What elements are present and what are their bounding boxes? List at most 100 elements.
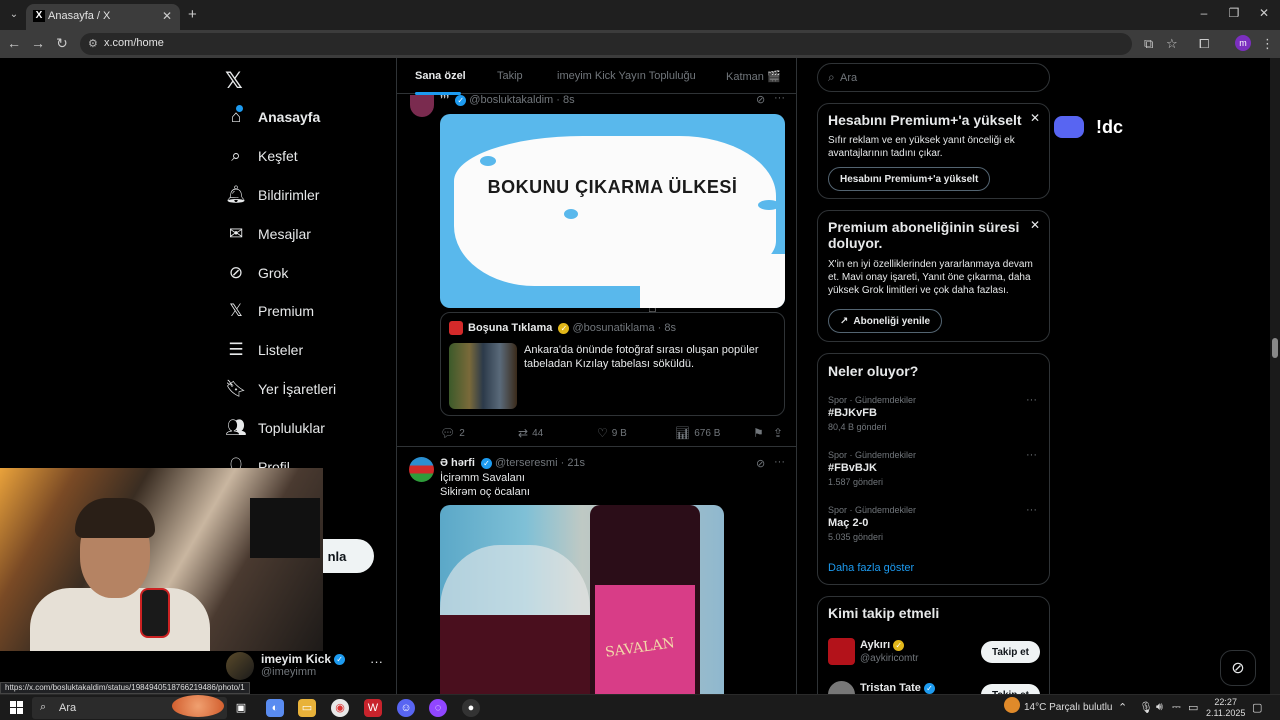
grok-icon[interactable]: ⊘: [756, 93, 765, 106]
tab-search-icon[interactable]: ⌄: [6, 6, 22, 24]
nav-item-communities[interactable]: 👥︎ Topluluklar: [225, 416, 325, 440]
notifications-icon[interactable]: ▢: [1252, 701, 1262, 714]
restore-icon[interactable]: ❐: [1226, 6, 1242, 20]
close-window-icon[interactable]: ✕: [1256, 6, 1272, 20]
tweet-image-map[interactable]: BOKUNU ÇIKARMA ÜLKESİ: [440, 114, 785, 308]
tweet-avatar[interactable]: [410, 95, 434, 117]
premium-plus-card: ✕ Hesabını Premium+'a yükselt Sıfır rekl…: [817, 103, 1050, 199]
tweet-handle[interactable]: @bosluktakaldim: [469, 94, 553, 106]
nav-item-bookmarks[interactable]: 🔖︎ Yer İşaretleri: [225, 377, 336, 401]
account-switcher[interactable]: imeyim Kick ✓ @imeyimm ···: [226, 650, 386, 686]
tray-chevron-icon[interactable]: ⌃: [1118, 701, 1127, 714]
nav-item-notifications[interactable]: 🔔︎ Bildirimler: [225, 183, 319, 207]
quoted-tweet[interactable]: Boşuna Tıklama ✓ @bosunatiklama · 8s Ank…: [440, 312, 785, 416]
bookmark-button[interactable]: ⚑: [753, 426, 768, 440]
more-icon[interactable]: ···: [1026, 449, 1037, 461]
tab-for-you[interactable]: Sana özel: [415, 70, 466, 82]
close-icon[interactable]: ✕: [1030, 218, 1040, 232]
more-icon[interactable]: ···: [1026, 504, 1037, 516]
url-field[interactable]: ⚙ x.com/home: [80, 33, 1132, 55]
minimize-icon[interactable]: –: [1196, 6, 1212, 20]
task-view-icon[interactable]: ▣: [232, 699, 250, 717]
volume-icon[interactable]: 🔊︎: [1156, 701, 1163, 714]
scrollbar[interactable]: [1270, 58, 1280, 694]
weather-icon[interactable]: [1004, 697, 1020, 713]
renew-subscription-button[interactable]: ↗ Aboneliği yenile: [828, 309, 943, 333]
tab-following[interactable]: Takip: [497, 70, 523, 82]
tab-community[interactable]: imeyim Kick Yayın Topluluğu: [557, 70, 696, 82]
tab-katman[interactable]: Katman 🎬: [726, 70, 781, 83]
close-tab-icon[interactable]: ✕: [162, 9, 172, 23]
more-icon[interactable]: ···: [774, 92, 785, 104]
more-icon[interactable]: ···: [1026, 394, 1037, 406]
nav-item-home[interactable]: ⌂ Anasayfa: [226, 105, 320, 129]
site-info-icon[interactable]: ⚙: [88, 37, 98, 50]
tweet-avatar[interactable]: [409, 457, 434, 482]
app-icon[interactable]: W: [364, 699, 382, 717]
more-icon[interactable]: ···: [774, 456, 785, 468]
views-button[interactable]: 📊︎ 676 B: [675, 426, 720, 440]
forward-icon[interactable]: →: [30, 35, 46, 51]
bookmark-star-icon[interactable]: ☆: [1166, 36, 1178, 52]
reply-button[interactable]: 💬︎ 2: [440, 426, 465, 440]
menu-icon[interactable]: ⋮: [1261, 36, 1274, 52]
nav-item-messages[interactable]: ✉ Mesajlar: [226, 222, 311, 246]
network-icon[interactable]: ⎓: [1172, 701, 1181, 714]
back-icon[interactable]: ←: [6, 35, 22, 51]
follow-button[interactable]: Takip et: [981, 641, 1040, 663]
tweet-author[interactable]: Ə hərfi: [440, 457, 475, 469]
x-logo-icon[interactable]: 𝕏: [225, 68, 243, 94]
x-favicon-icon: X: [33, 10, 45, 22]
twitch-icon[interactable]: ◌: [429, 699, 447, 717]
browser-tab[interactable]: X Anasayfa / X ✕: [26, 4, 180, 30]
verified-icon: ✓: [480, 457, 492, 469]
battery-icon[interactable]: ▭: [1188, 701, 1198, 714]
clock[interactable]: 22:27 2.11.2025: [1206, 697, 1245, 719]
url-text: x.com/home: [104, 37, 164, 49]
like-button[interactable]: ♡ 9 B: [597, 426, 627, 440]
heart-icon: ♡: [597, 426, 608, 440]
tweet-time[interactable]: 21s: [567, 457, 585, 469]
install-app-icon[interactable]: ⧉: [1144, 36, 1153, 52]
trend-count: 5.035 gönderi: [828, 532, 884, 542]
nav-item-grok[interactable]: ⊘ Grok: [226, 261, 288, 285]
tweet-author[interactable]: ʼʼʼ: [440, 94, 449, 106]
retweet-button[interactable]: ⇄ 44: [518, 426, 543, 440]
scrollbar-thumb[interactable]: [1272, 338, 1278, 358]
file-explorer-icon[interactable]: ▭: [298, 699, 316, 717]
reply-count: 2: [459, 427, 465, 439]
nav-item-premium[interactable]: 𝕏 Premium: [226, 299, 314, 323]
microphone-icon[interactable]: 🎙︎: [1139, 701, 1153, 714]
trend-count: 80,4 B gönderi: [828, 422, 887, 432]
tweet-handle[interactable]: @terseresmi: [495, 457, 558, 469]
account-name-text: imeyim Kick: [261, 652, 332, 666]
search-input[interactable]: ⌕ Ara: [817, 63, 1050, 92]
tweet-time[interactable]: 8s: [563, 94, 575, 106]
reload-icon[interactable]: ↻: [54, 35, 70, 52]
follow-button[interactable]: Takip et: [981, 684, 1040, 694]
profile-avatar-icon[interactable]: m: [1235, 35, 1251, 51]
copilot-icon[interactable]: ◐: [266, 699, 284, 717]
weather-text[interactable]: 14°C Parçalı bulutlu: [1024, 702, 1113, 713]
obs-icon[interactable]: ●: [462, 699, 480, 717]
discord-app-icon[interactable]: ☺: [397, 699, 415, 717]
windows-start-icon[interactable]: [10, 701, 23, 714]
extensions-icon[interactable]: ⧠: [1199, 36, 1209, 52]
card-body: Sıfır reklam ve en yüksek yanıt önceliği…: [828, 135, 1015, 159]
nav-item-lists[interactable]: ☰ Listeler: [226, 338, 303, 362]
nav-item-explore[interactable]: ⌕ Keşfet: [226, 144, 297, 168]
grok-icon[interactable]: ⊘: [756, 457, 765, 470]
arrow-icon: ↗: [840, 315, 849, 327]
tweet-actions: 💬︎ 2 ⇄ 44 ♡ 9 B 📊︎ 676 B ⚑ ⇪: [440, 426, 785, 442]
close-icon[interactable]: ✕: [1030, 111, 1040, 125]
upgrade-premium-button[interactable]: Hesabını Premium+'a yükselt: [828, 167, 991, 191]
chrome-icon[interactable]: ◉: [331, 699, 349, 717]
more-icon[interactable]: ···: [370, 654, 383, 669]
quoted-time: 8s: [664, 322, 676, 334]
grok-floating-button[interactable]: ⊘: [1220, 650, 1256, 686]
show-more-link[interactable]: Daha fazla göster: [828, 562, 914, 574]
share-button[interactable]: ⇪: [773, 426, 787, 440]
follow-name: Tristan Tate ✓: [860, 682, 935, 694]
tweet-image-wine[interactable]: SAVALAN: [440, 505, 724, 694]
new-tab-icon[interactable]: +: [188, 6, 197, 23]
